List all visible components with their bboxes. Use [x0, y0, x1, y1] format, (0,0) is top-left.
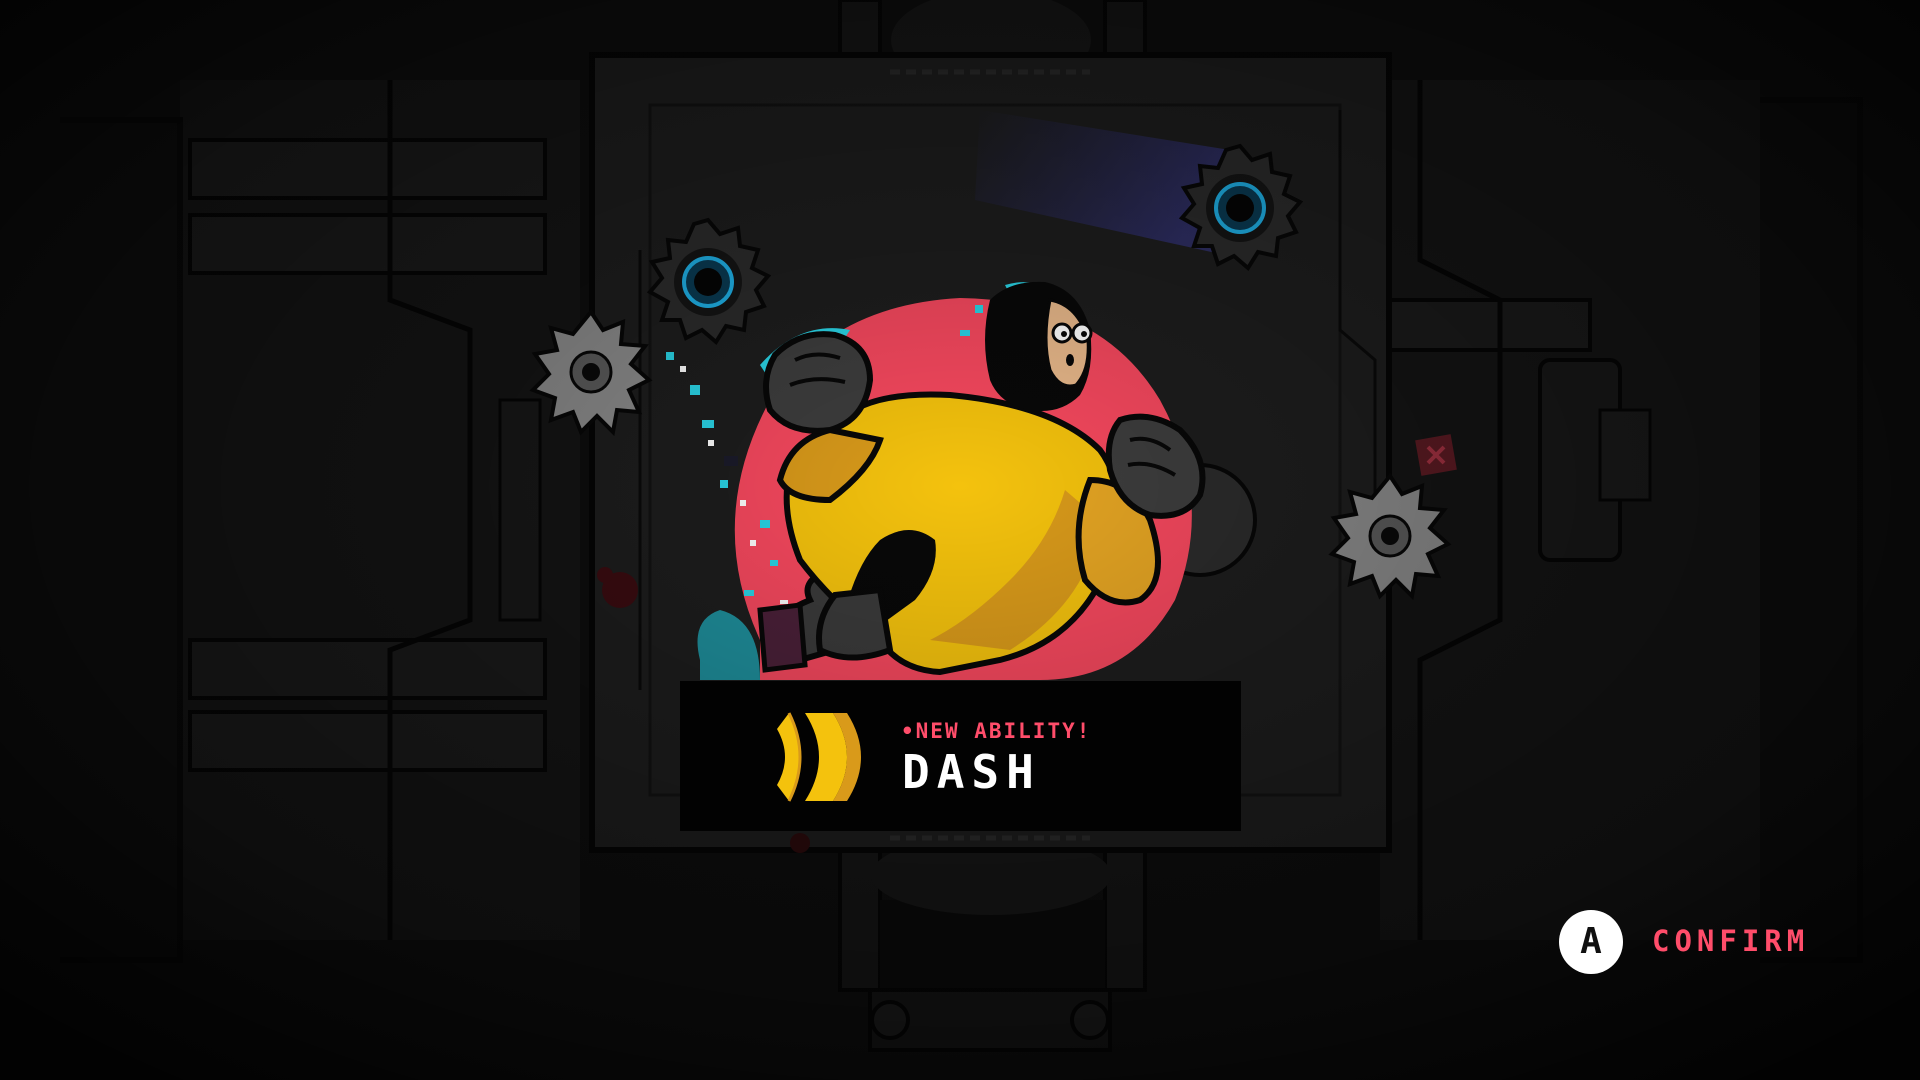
new-ability-label: NEW ABILITY!	[901, 719, 1091, 743]
game-screen: NEW ABILITY! DASH A CONFIRM	[0, 0, 1920, 1080]
confirm-label[interactable]: CONFIRM	[1652, 924, 1809, 958]
a-button-icon[interactable]: A	[1559, 910, 1623, 974]
new-ability-banner: NEW ABILITY! DASH	[680, 681, 1241, 831]
dash-chevron-icon	[775, 707, 877, 807]
confirm-prompt[interactable]: A CONFIRM	[1559, 910, 1849, 976]
ability-name: DASH	[902, 745, 1041, 799]
